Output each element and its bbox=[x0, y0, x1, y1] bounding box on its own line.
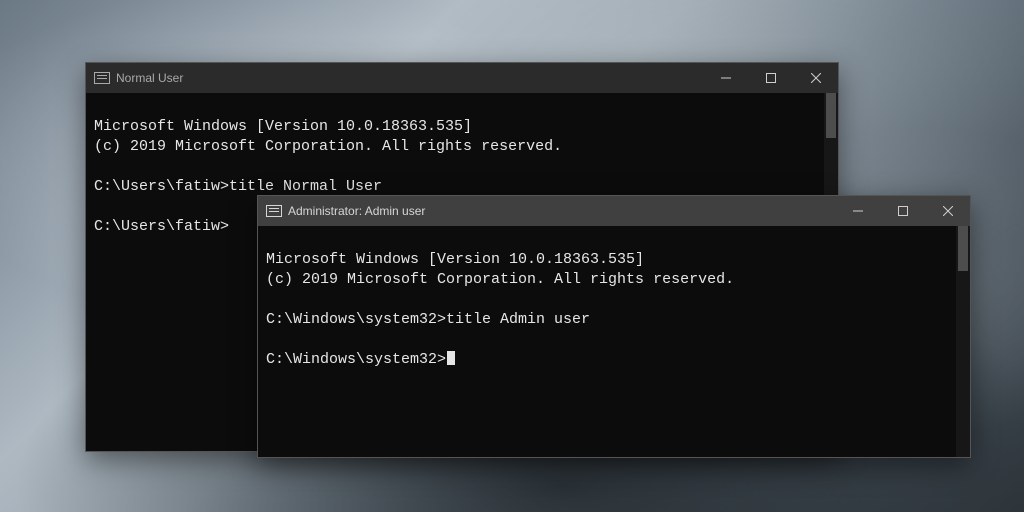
minimize-button[interactable] bbox=[835, 196, 880, 226]
close-button[interactable] bbox=[925, 196, 970, 226]
window-controls bbox=[835, 196, 970, 226]
terminal-line: (c) 2019 Microsoft Corporation. All righ… bbox=[94, 138, 562, 155]
terminal-prompt: C:\Users\fatiw> bbox=[94, 218, 229, 235]
terminal-body[interactable]: Microsoft Windows [Version 10.0.18363.53… bbox=[258, 226, 970, 457]
cmd-icon bbox=[266, 205, 282, 217]
window-title: Administrator: Admin user bbox=[288, 204, 835, 218]
cmd-icon bbox=[94, 72, 110, 84]
titlebar[interactable]: Administrator: Admin user bbox=[258, 196, 970, 226]
maximize-button[interactable] bbox=[748, 63, 793, 93]
close-button[interactable] bbox=[793, 63, 838, 93]
minimize-button[interactable] bbox=[703, 63, 748, 93]
terminal-line: Microsoft Windows [Version 10.0.18363.53… bbox=[94, 118, 472, 135]
scrollbar-thumb[interactable] bbox=[958, 226, 968, 271]
maximize-button[interactable] bbox=[880, 196, 925, 226]
terminal-line: Microsoft Windows [Version 10.0.18363.53… bbox=[266, 251, 644, 268]
window-controls bbox=[703, 63, 838, 93]
terminal-line: C:\Users\fatiw>title Normal User bbox=[94, 178, 382, 195]
cmd-window-admin-user[interactable]: Administrator: Admin user Microsoft Wind… bbox=[257, 195, 971, 458]
terminal-line: (c) 2019 Microsoft Corporation. All righ… bbox=[266, 271, 734, 288]
window-title: Normal User bbox=[116, 71, 703, 85]
titlebar[interactable]: Normal User bbox=[86, 63, 838, 93]
scrollbar[interactable] bbox=[956, 226, 970, 457]
text-cursor bbox=[447, 351, 455, 365]
scrollbar-thumb[interactable] bbox=[826, 93, 836, 138]
terminal-line: C:\Windows\system32>title Admin user bbox=[266, 311, 590, 328]
terminal-prompt: C:\Windows\system32> bbox=[266, 351, 446, 368]
